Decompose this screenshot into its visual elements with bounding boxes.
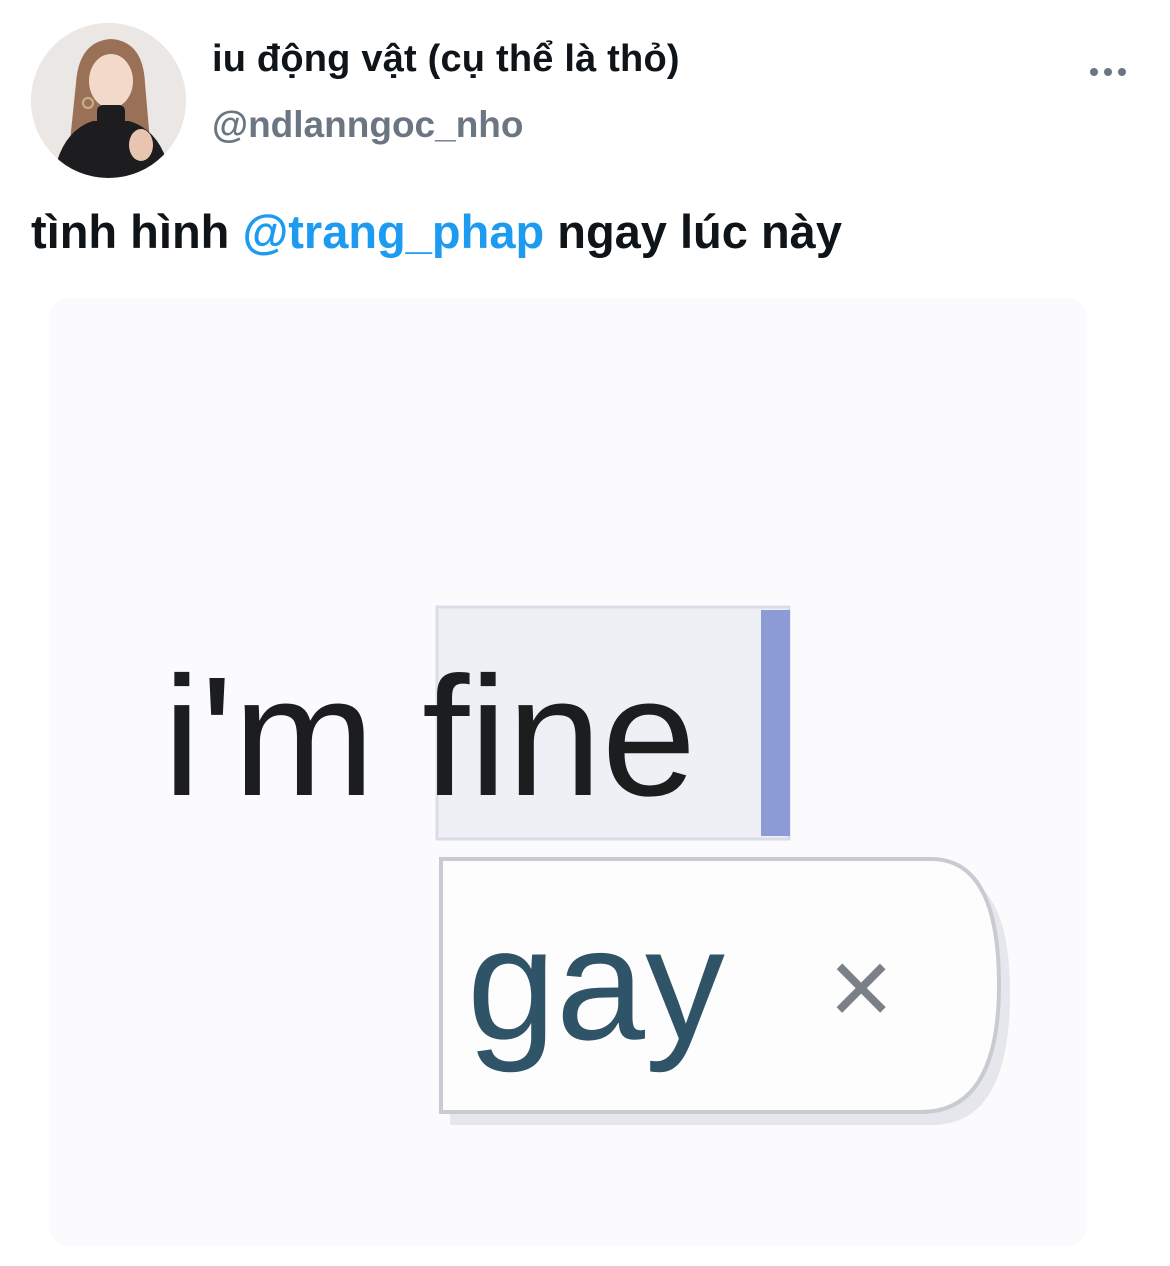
author-handle[interactable]: @ndlanngoc_nho <box>212 104 524 146</box>
avatar-image <box>31 23 186 178</box>
typed-prefix: i'm <box>163 642 422 832</box>
mention-link[interactable]: @trang_phap <box>242 205 544 258</box>
more-options-button[interactable] <box>1078 52 1138 92</box>
more-dot-icon <box>1104 68 1112 76</box>
text-cursor <box>761 610 790 836</box>
svg-text:i'm fine: i'm fine <box>163 642 696 832</box>
tweet-text-before: tình hình <box>31 205 243 258</box>
author-display-name[interactable]: iu động vật (cụ thể là thỏ) <box>212 38 680 81</box>
suggestion-word: gay <box>467 894 725 1073</box>
typed-word: fine <box>422 642 696 832</box>
more-dot-icon <box>1090 68 1098 76</box>
autocorrect-meme: i'm fine gay × <box>49 297 1087 1247</box>
tweet-media-image[interactable]: i'm fine gay × <box>49 297 1087 1247</box>
avatar[interactable] <box>31 23 186 178</box>
tweet: iu động vật (cụ thể là thỏ) @ndlanngoc_n… <box>0 0 1170 1266</box>
more-dot-icon <box>1118 68 1126 76</box>
tweet-text-after: ngay lúc này <box>544 205 842 258</box>
dismiss-suggestion-icon: × <box>829 926 893 1049</box>
tweet-text: tình hình @trang_phap ngay lúc này <box>31 204 842 259</box>
